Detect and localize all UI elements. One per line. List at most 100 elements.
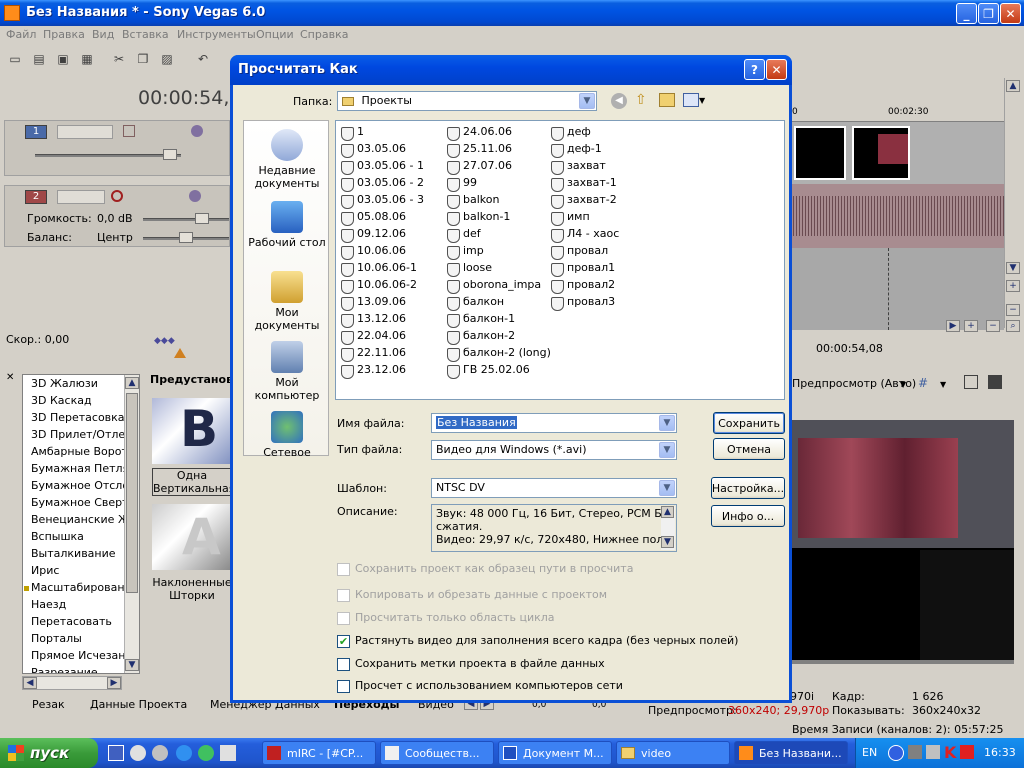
tray-icon[interactable] [960,745,974,759]
magnifier-icon[interactable]: ⌕ [1006,320,1020,332]
preview-mode-label[interactable]: Предпросмотр (Авто) [792,377,916,390]
list-item[interactable]: 3D Жалюзи [23,375,139,392]
dropdown-arrow-icon[interactable]: ▼ [699,96,705,105]
zoom-in-icon[interactable]: + [964,320,978,332]
timeline-hscroll[interactable]: ▶ + − ⌕ [792,320,1022,334]
cancel-button[interactable]: Отмена [713,438,785,460]
task-mirc[interactable]: mIRC - [#CP... [262,741,376,765]
volume-slider[interactable] [195,213,209,224]
file-list[interactable]: 1 03.05.06 03.05.06 - 1 03.05.06 - 2 03.05.0… [335,120,785,400]
new-folder-icon[interactable] [659,93,675,107]
help-button[interactable]: ? [744,59,765,80]
mute-icon[interactable] [123,125,135,137]
copy-snapshot-icon[interactable] [964,375,978,389]
file-item[interactable]: балкон-1 [446,312,515,328]
open-folder-icon[interactable]: ▤ [30,50,48,68]
file-item[interactable]: 23.12.06 [340,363,406,379]
list-item[interactable]: Бумажное Отслоение [23,477,139,494]
file-item[interactable]: 13.09.06 [340,295,406,311]
new-file-icon[interactable]: ▭ [6,50,24,68]
file-item[interactable]: 10.06.06-1 [340,261,417,277]
close-panel-icon[interactable]: ✕ [6,372,16,383]
ie-icon[interactable] [176,745,192,761]
dropdown-arrow-icon[interactable]: ▼ [579,93,595,109]
dropdown-arrow-icon[interactable]: ▼ [659,480,675,496]
pan-slider[interactable] [179,232,193,243]
file-item[interactable]: balkon [446,193,499,209]
filetype-select[interactable]: Видео для Windows (*.avi) ▼ [431,440,677,460]
place-desktop[interactable]: Рабочий стол [244,201,330,249]
list-item[interactable]: 3D Прилет/Отлет [23,426,139,443]
dialog-close-button[interactable]: ✕ [766,59,787,80]
menu-insert[interactable]: Вставка [122,28,169,41]
language-indicator[interactable]: EN [862,746,877,759]
list-item[interactable]: Прямое Исчезание [23,647,139,664]
save-button[interactable]: Сохранить [713,412,785,434]
cut-icon[interactable]: ✂ [110,50,128,68]
transitions-list[interactable]: 3D Жалюзи 3D Каскад 3D Перетасовка 3D Пр… [22,374,140,674]
list-item[interactable]: Перетасовать [23,613,139,630]
view-menu-icon[interactable] [683,93,699,107]
list-item[interactable]: Масштабирование [23,579,139,596]
file-item[interactable]: imp [446,244,484,260]
tab-project-media[interactable]: Данные Проекта [90,698,187,711]
preset-label[interactable]: Одна Вертикальная [152,468,232,496]
description-scrollbar[interactable]: ▲ ▼ [661,506,675,550]
scroll-left-icon[interactable]: ◀ [23,677,37,689]
properties-icon[interactable]: ▦ [78,50,96,68]
tab-trimmer[interactable]: Резак [32,698,65,711]
audio-track-lane[interactable] [790,184,1004,248]
file-item[interactable]: балкон-2 [446,329,515,345]
file-item[interactable]: деф [550,125,591,141]
paste-icon[interactable]: ▨ [158,50,176,68]
file-item[interactable]: провал1 [550,261,615,277]
file-item[interactable]: 24.06.06 [446,125,512,141]
folder-combo[interactable]: Проекты ▼ [337,91,597,111]
network-tray-icon[interactable] [908,745,922,759]
file-item[interactable]: def [446,227,481,243]
scroll-up-icon[interactable]: ▲ [1006,80,1020,92]
file-item[interactable]: провал [550,244,608,260]
file-item[interactable]: 13.12.06 [340,312,406,328]
main-window-titlebar[interactable]: Без Названия * - Sony Vegas 6.0 _ ❐ ✕ [0,0,1024,26]
file-item[interactable]: балкон [446,295,504,311]
save-snapshot-icon[interactable] [988,375,1002,389]
place-my-computer[interactable]: Мой компьютер [244,341,330,402]
zoom-in-icon[interactable]: + [1006,280,1020,292]
back-icon[interactable]: ◀ [611,93,627,109]
menu-options[interactable]: Опции [256,28,294,41]
task-document[interactable]: Документ М... [498,741,612,765]
place-recent[interactable]: Недавние документы [244,129,330,190]
file-item[interactable]: ГВ 25.02.06 [446,363,530,379]
list-item[interactable]: Порталы [23,630,139,647]
dropdown-arrow-icon[interactable]: ▼ [940,380,946,389]
audio-track-header[interactable]: 2 Громкость: 0,0 dB Баланс: Центр [4,185,230,247]
list-item[interactable]: Бумажное Свертывание [23,494,139,511]
place-my-documents[interactable]: Мои документы [244,271,330,332]
scroll-down-icon[interactable]: ▼ [661,536,674,548]
maximize-button[interactable]: ❐ [978,3,999,24]
place-network[interactable]: Сетевое [244,411,330,459]
menu-view[interactable]: Вид [92,28,114,41]
template-select[interactable]: NTSC DV ▼ [431,478,677,498]
option-checkbox[interactable]: ✔ [337,635,350,648]
timeline-area[interactable]: 0 00:02:30 [790,104,1004,330]
scroll-right-icon[interactable]: ▶ [107,677,121,689]
file-item[interactable]: 03.05.06 [340,142,406,158]
option-checkbox[interactable] [337,658,350,671]
scroll-thumb[interactable] [126,393,138,593]
file-item[interactable]: имп [550,210,590,226]
zoom-out-icon[interactable]: − [1006,304,1020,316]
list-item[interactable]: Амбарные Ворота [23,443,139,460]
menu-tools[interactable]: Инструменты [177,28,256,41]
preset-thumbnail[interactable]: A [152,504,232,570]
quicklaunch-icon[interactable] [198,745,214,761]
list-item[interactable]: Ирис [23,562,139,579]
file-item[interactable]: 25.11.06 [446,142,512,158]
quicklaunch-icon[interactable] [130,745,146,761]
preview-scrubber[interactable] [792,660,1014,664]
quicklaunch-icon[interactable] [220,745,236,761]
playhead-marker-icon[interactable] [174,348,186,358]
list-item[interactable]: 3D Перетасовка [23,409,139,426]
file-item[interactable]: балкон-2 (long) [446,346,551,362]
